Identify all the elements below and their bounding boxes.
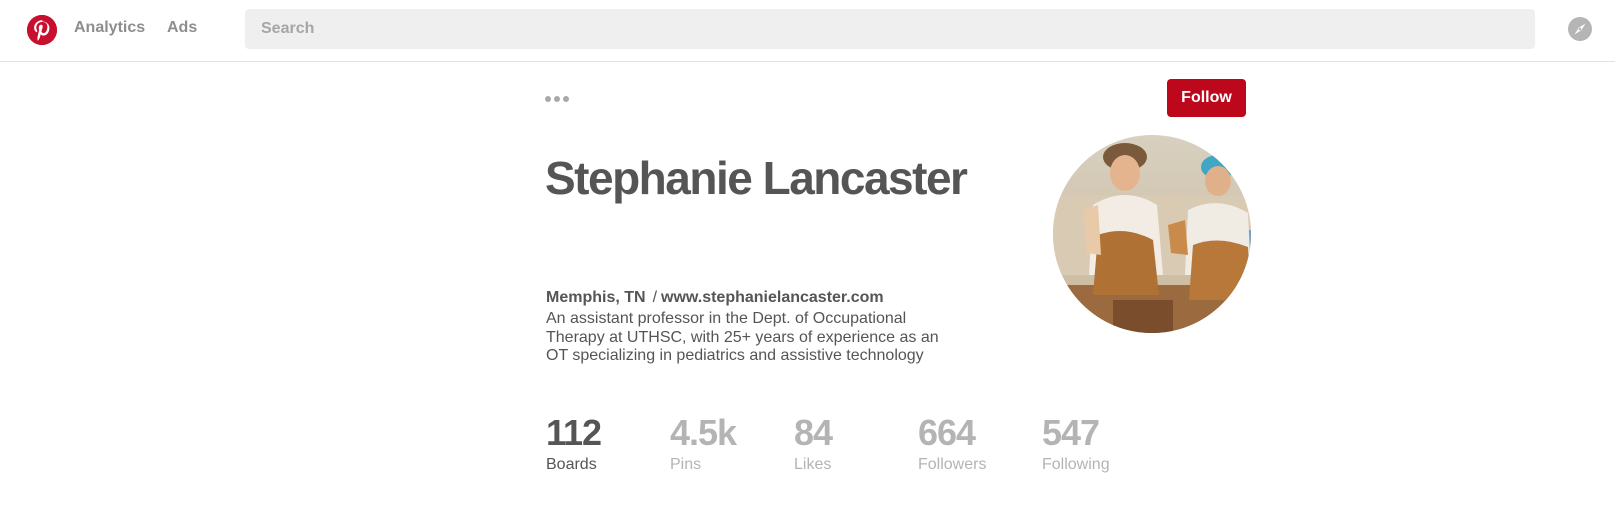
nav-ads-link[interactable]: Ads: [167, 19, 197, 37]
avatar[interactable]: [1053, 135, 1251, 333]
ellipsis-icon[interactable]: [545, 93, 571, 105]
stat-boards-count: 112: [546, 412, 602, 453]
stat-following-count: 547: [1042, 412, 1100, 453]
meta-separator: /: [652, 289, 658, 306]
nav-analytics-link[interactable]: Analytics: [74, 19, 145, 37]
dot: [563, 96, 569, 102]
profile-website-link[interactable]: www.stephanielancaster.com: [661, 289, 884, 306]
dot: [545, 96, 551, 102]
profile-meta: Memphis, TN / www.stephanielancaster.com: [546, 289, 884, 307]
stat-following[interactable]: 547 Following: [1042, 411, 1110, 475]
compass-icon[interactable]: [1567, 16, 1593, 42]
pinterest-logo-icon[interactable]: [27, 15, 57, 45]
stat-pins-count: 4.5k: [670, 412, 737, 453]
stat-followers-count: 664: [918, 412, 976, 453]
stat-boards-label: Boards: [546, 456, 597, 473]
profile-bio: An assistant professor in the Dept. of O…: [546, 310, 939, 364]
stat-boards[interactable]: 112 Boards: [546, 411, 602, 475]
search-input[interactable]: [245, 9, 1535, 49]
stat-following-label: Following: [1042, 456, 1110, 473]
profile-location: Memphis, TN: [546, 289, 646, 306]
dot: [554, 96, 560, 102]
stat-likes-count: 84: [794, 412, 833, 453]
stat-pins-label: Pins: [670, 456, 702, 473]
profile-name: Stephanie Lancaster: [545, 152, 968, 204]
stat-pins[interactable]: 4.5k Pins: [670, 411, 737, 475]
stat-followers-label: Followers: [918, 456, 987, 473]
top-nav-bar: Analytics Ads: [0, 0, 1615, 62]
stat-followers[interactable]: 664 Followers: [918, 411, 986, 475]
stat-likes[interactable]: 84 Likes: [794, 411, 833, 475]
follow-button[interactable]: Follow: [1167, 79, 1246, 117]
stat-likes-label: Likes: [794, 456, 832, 473]
